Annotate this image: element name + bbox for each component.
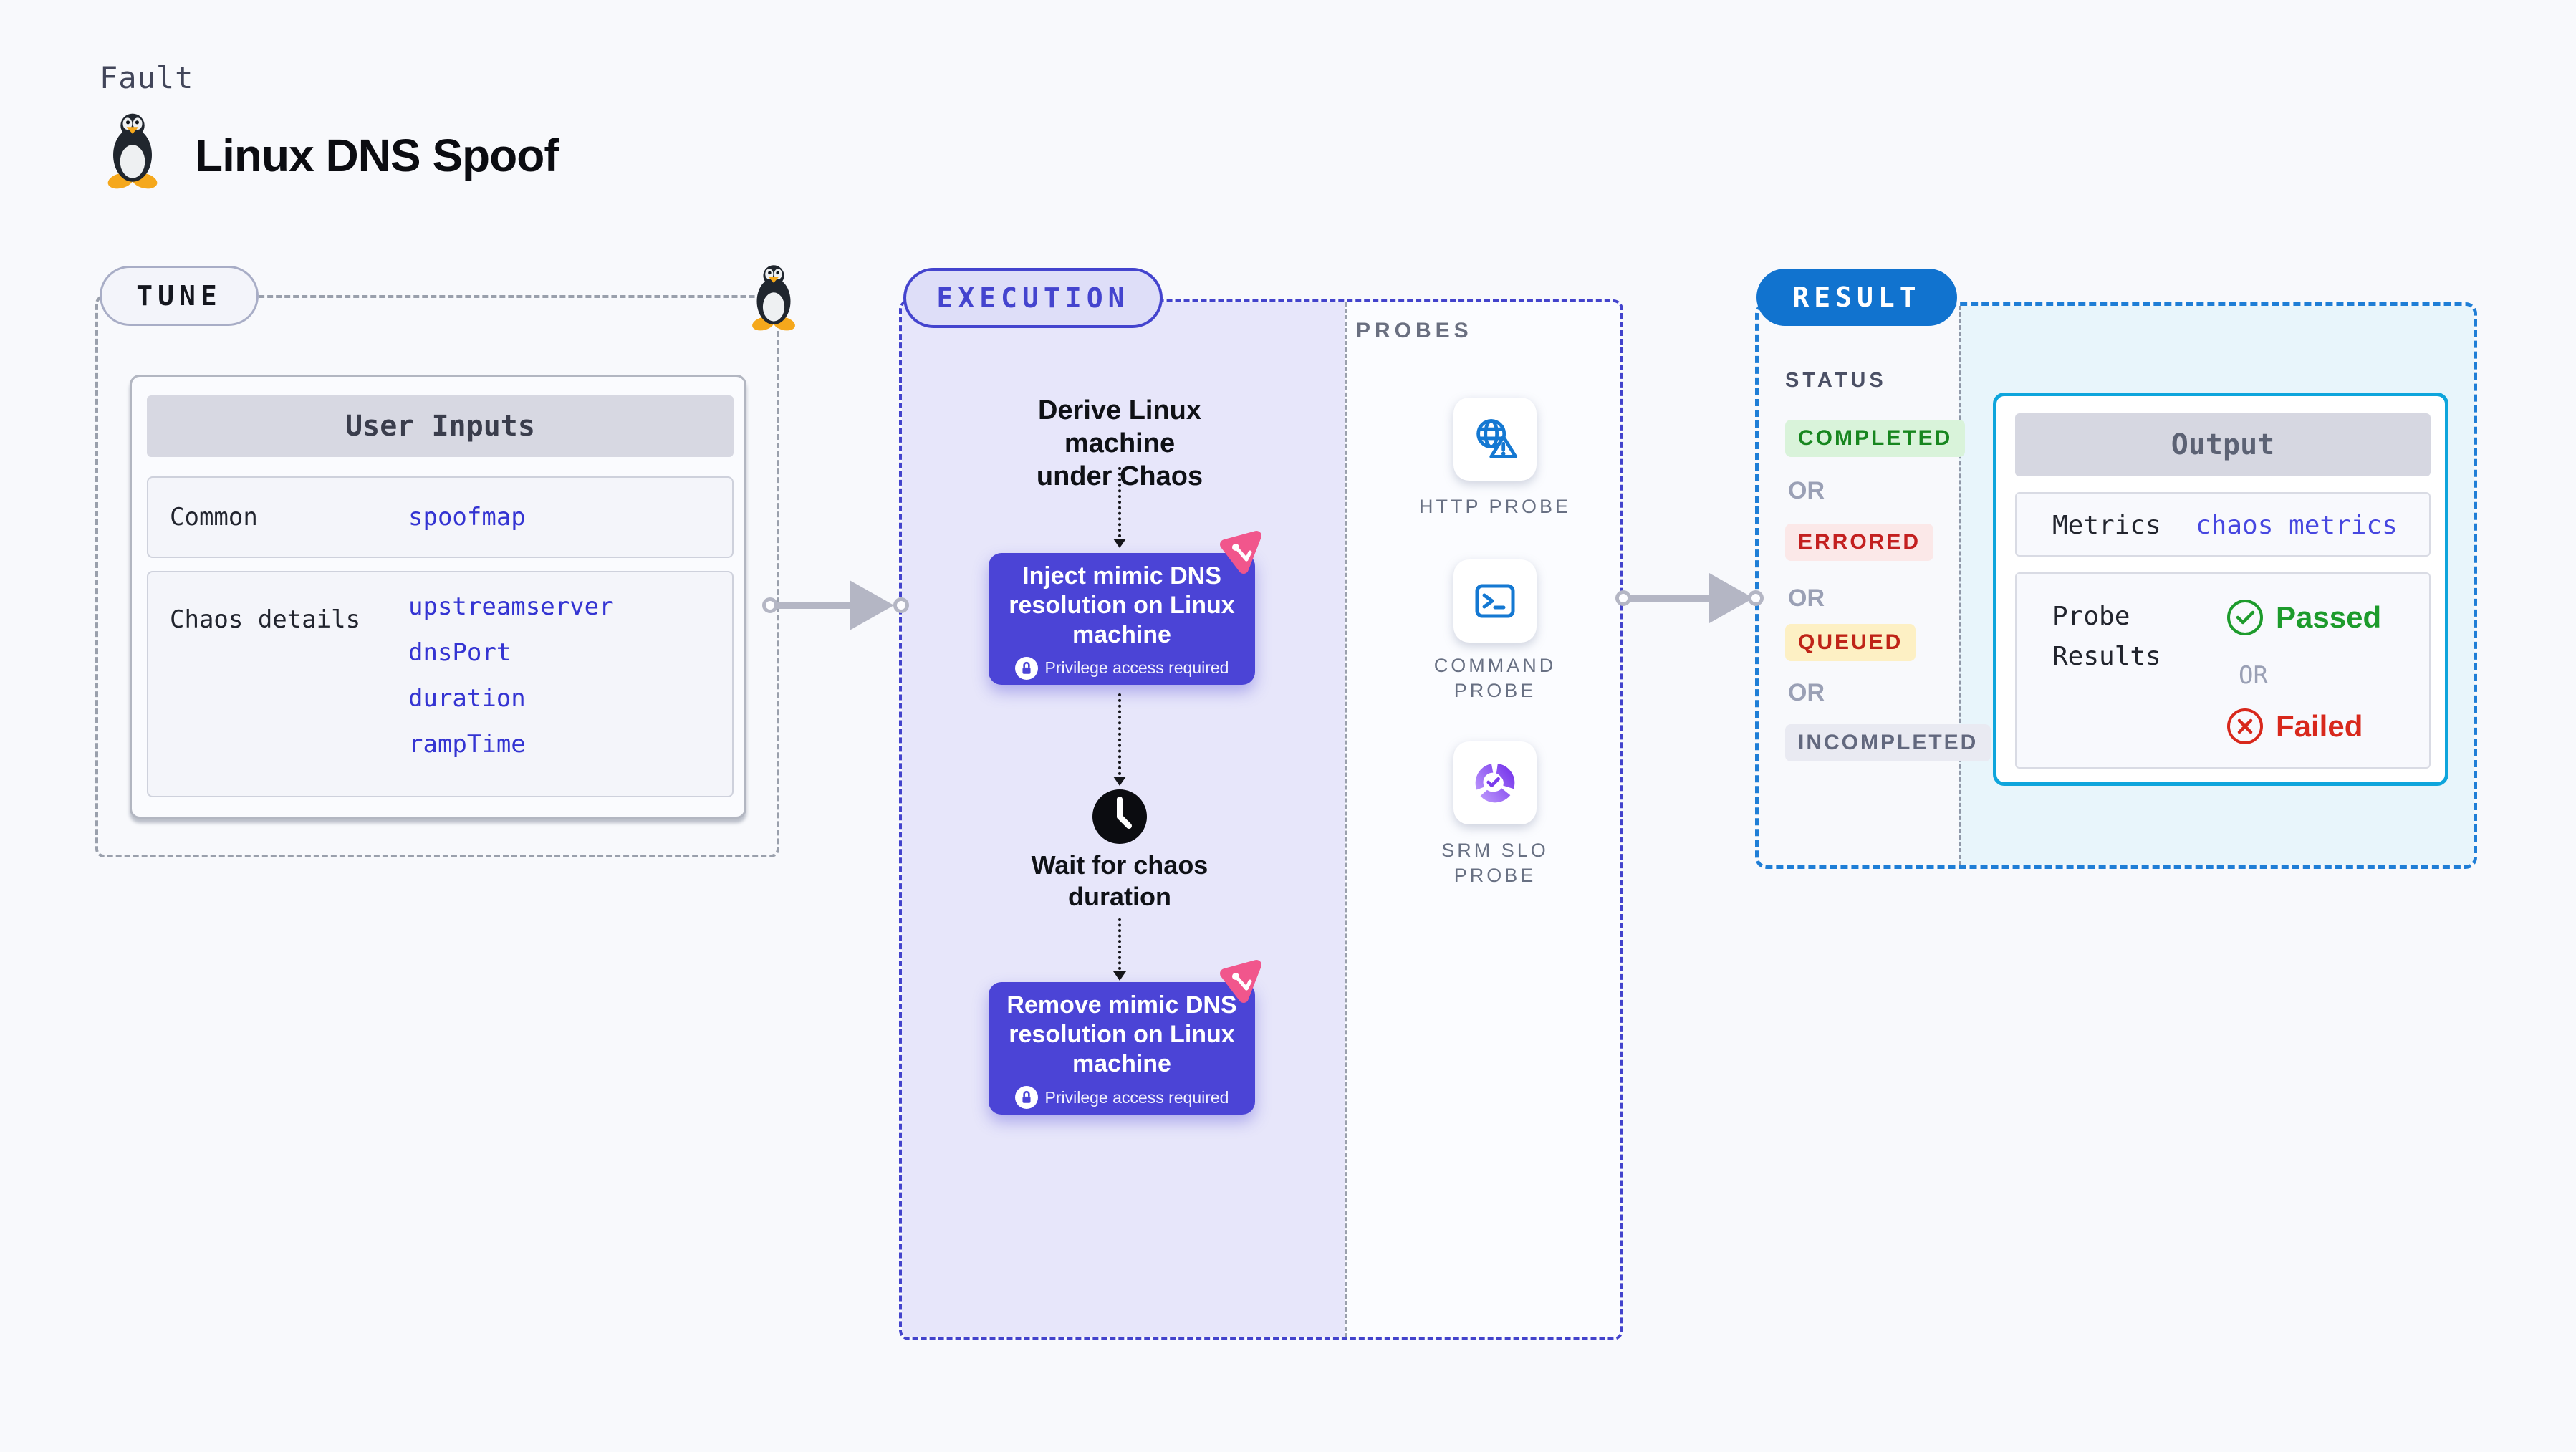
chaos-experiment-icon [1216, 529, 1262, 574]
srm-slo-probe-card [1453, 741, 1537, 824]
fault-diagram: Fault Linux DNS Spoof TUNE User Inputs C… [0, 0, 2576, 1452]
result-divider [1959, 306, 1961, 865]
srm-slo-probe-label: SRM SLO PROBE [1402, 838, 1588, 888]
command-probe-card [1453, 559, 1537, 643]
tux-icon [105, 112, 160, 189]
or-label: OR [1788, 477, 1825, 504]
common-value: spoofmap [408, 503, 526, 532]
failed-label: Failed [2276, 709, 2363, 743]
command-probe-label: COMMAND PROBE [1402, 653, 1588, 703]
remove-step-node: Remove mimic DNS resolution on Linux mac… [989, 982, 1255, 1115]
failed-result: Failed [2226, 707, 2363, 746]
metrics-value-link[interactable]: chaos metrics [2196, 506, 2398, 545]
page-title: Linux DNS Spoof [195, 130, 559, 181]
output-card: Output Metrics chaos metrics Probe Resul… [1993, 393, 2448, 786]
flow-dotted-arrowhead [1113, 777, 1126, 786]
privilege-row: Privilege access required [1014, 1086, 1229, 1109]
passed-label: Passed [2276, 600, 2382, 634]
probe-label-line: SRM SLO [1441, 840, 1549, 861]
privilege-row: Privilege access required [1014, 656, 1229, 680]
clock-icon [1091, 788, 1148, 845]
probes-title: PROBES [1356, 319, 1473, 342]
http-probe-label: HTTP PROBE [1402, 494, 1588, 519]
or-label: OR [1788, 679, 1825, 706]
flow-arrow-head [850, 580, 894, 630]
x-circle-icon [2226, 707, 2264, 746]
privilege-label: Privilege access required [1044, 658, 1229, 677]
chaos-value: duration [408, 684, 526, 713]
derive-line1: Derive Linux machine [1037, 395, 1202, 458]
flow-dotted-arrowhead [1113, 539, 1126, 548]
output-or-label: OR [2239, 661, 2268, 690]
flow-connector-dot [893, 597, 909, 613]
lock-icon [1014, 656, 1038, 680]
flow-dotted-arrowhead [1113, 971, 1126, 981]
probe-label-line: HTTP PROBE [1418, 496, 1572, 517]
user-inputs-title: User Inputs [147, 395, 734, 457]
flow-connector-dot [1615, 590, 1631, 606]
wait-node-label: Wait for chaos duration [1012, 850, 1227, 913]
wait-line1: Wait for chaos [1031, 850, 1208, 880]
execution-badge-label: EXECUTION [936, 282, 1130, 314]
probe-results-line1: Probe [2052, 602, 2130, 631]
probe-label-line: PROBE [1453, 865, 1537, 886]
flow-arrow-shaft [1629, 595, 1712, 602]
flow-dotted-line [1118, 693, 1121, 775]
chaos-value: dnsPort [408, 638, 511, 667]
terminal-icon [1472, 578, 1518, 624]
inject-step-label: Inject mimic DNS resolution on Linux mac… [1009, 562, 1235, 648]
http-probe-card [1453, 398, 1537, 481]
inject-step-node: Inject mimic DNS resolution on Linux mac… [989, 553, 1255, 685]
common-label: Common [170, 503, 258, 532]
globe-alert-icon [1471, 415, 1519, 463]
fault-eyebrow: Fault [100, 60, 194, 95]
user-inputs-card: User Inputs Common spoofmap Chaos detail… [130, 375, 746, 819]
slo-donut-icon [1471, 759, 1519, 807]
tune-badge-label: TUNE [136, 280, 222, 312]
user-inputs-title-text: User Inputs [345, 410, 535, 443]
probe-results-line2: Results [2052, 642, 2161, 671]
tux-small-icon [748, 264, 799, 331]
status-badge-completed: COMPLETED [1785, 420, 1966, 457]
flow-connector-dot [762, 597, 778, 613]
or-label: OR [1788, 585, 1825, 612]
wait-line2: duration [1068, 882, 1171, 911]
output-title: Output [2171, 428, 2275, 461]
result-badge: RESULT [1756, 269, 1957, 326]
probe-results-row: Probe Results Passed OR Failed [2015, 572, 2431, 769]
execution-badge: EXECUTION [903, 268, 1163, 328]
chaos-value: rampTime [408, 730, 526, 759]
flow-dotted-line [1118, 467, 1121, 537]
chaos-value: upstreamserver [408, 592, 614, 621]
passed-result: Passed [2226, 598, 2381, 637]
result-badge-label: RESULT [1792, 282, 1921, 313]
tune-badge: TUNE [100, 266, 259, 326]
probe-label-line: COMMAND [1433, 655, 1557, 676]
status-badge-queued: QUEUED [1785, 624, 1916, 661]
chaos-details-label: Chaos details [170, 605, 361, 634]
metrics-row: Metrics chaos metrics [2015, 492, 2431, 557]
chaos-values-list: upstreamserver dnsPort duration rampTime [408, 591, 614, 760]
flow-arrow-head [1709, 573, 1754, 623]
probes-divider [1345, 302, 1347, 1337]
output-title-band: Output [2015, 413, 2431, 476]
probe-results-label: Probe Results [2052, 597, 2161, 677]
status-badge-incompleted: INCOMPLETED [1785, 724, 1991, 761]
metrics-label: Metrics [2052, 511, 2161, 540]
common-row: Common spoofmap [147, 476, 734, 558]
flow-dotted-line [1118, 918, 1121, 970]
status-badge-errored: ERRORED [1785, 524, 1934, 561]
check-circle-icon [2226, 598, 2264, 637]
flow-arrow-shaft [774, 602, 852, 609]
privilege-label: Privilege access required [1044, 1087, 1229, 1107]
remove-step-label: Remove mimic DNS resolution on Linux mac… [1006, 991, 1237, 1077]
flow-connector-dot [1748, 590, 1764, 606]
probe-label-line: PROBE [1453, 680, 1537, 701]
chaos-details-row: Chaos details upstreamserver dnsPort dur… [147, 571, 734, 797]
lock-icon [1014, 1086, 1038, 1109]
chaos-experiment-icon [1216, 958, 1262, 1004]
status-title: STATUS [1785, 369, 1887, 392]
